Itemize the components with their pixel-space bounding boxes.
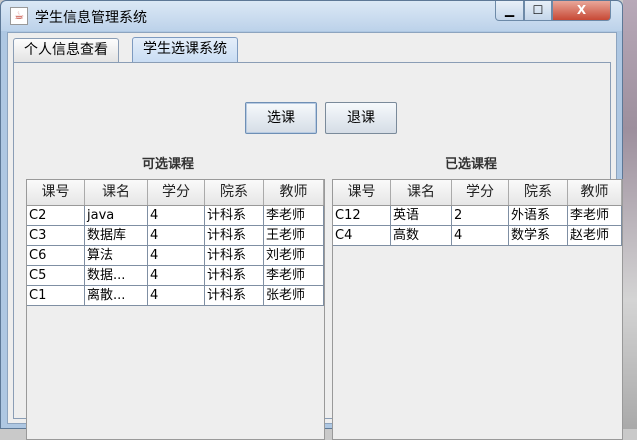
cell-id: C2 xyxy=(27,206,85,226)
column-header-teacher[interactable]: 教师 xyxy=(264,180,324,205)
table-row[interactable]: C5 数据... 4 计科系 李老师 xyxy=(27,266,324,286)
cell-id: C5 xyxy=(27,266,85,286)
cell-credit: 4 xyxy=(148,286,205,306)
available-courses-caption: 可选课程 xyxy=(142,157,195,172)
cell-name: 离散... xyxy=(85,286,148,306)
cell-teacher: 李老师 xyxy=(264,206,324,226)
table-row[interactable]: C4 高数 4 数学系 赵老师 xyxy=(333,226,622,246)
cell-credit: 4 xyxy=(148,226,205,246)
selected-courses-caption: 已选课程 xyxy=(445,157,498,172)
column-header-teacher[interactable]: 教师 xyxy=(568,180,622,205)
content-pane: 个人信息查看 学生选课系统 选课 退课 可选课程 已选课程 课号 课名 学分 院… xyxy=(7,32,623,440)
cell-credit: 4 xyxy=(452,226,509,246)
column-header-credit[interactable]: 学分 xyxy=(452,180,509,205)
available-courses-table[interactable]: 课号 课名 学分 院系 教师 C2 java 4 计科系 李老师 C3 数据库 … xyxy=(26,179,325,440)
tab-course-selection[interactable]: 学生选课系统 xyxy=(132,37,238,63)
close-button[interactable]: X xyxy=(552,1,611,21)
cell-name: 数据... xyxy=(85,266,148,286)
cell-dept: 外语系 xyxy=(509,206,568,226)
table-header: 课号 课名 学分 院系 教师 xyxy=(333,180,622,206)
cell-id: C3 xyxy=(27,226,85,246)
column-header-dept[interactable]: 院系 xyxy=(509,180,568,205)
tab-personal-info[interactable]: 个人信息查看 xyxy=(13,38,119,62)
cell-id: C12 xyxy=(333,206,391,226)
app-window: ☕ 学生信息管理系统 ▁ ☐ X 个人信息查看 学生选课系统 选课 退课 可选课… xyxy=(0,0,623,440)
table-row[interactable]: C6 算法 4 计科系 刘老师 xyxy=(27,246,324,266)
java-app-icon: ☕ xyxy=(10,7,28,25)
window-title: 学生信息管理系统 xyxy=(35,10,147,26)
maximize-button[interactable]: ☐ xyxy=(524,1,552,21)
cell-dept: 数学系 xyxy=(509,226,568,246)
column-header-credit[interactable]: 学分 xyxy=(148,180,205,205)
cell-name: java xyxy=(85,206,148,226)
select-course-button[interactable]: 选课 xyxy=(245,102,317,134)
table-row[interactable]: C2 java 4 计科系 李老师 xyxy=(27,206,324,226)
cell-dept: 计科系 xyxy=(205,246,264,266)
cell-dept: 计科系 xyxy=(205,206,264,226)
cell-dept: 计科系 xyxy=(205,266,264,286)
cell-teacher: 刘老师 xyxy=(264,246,324,266)
cell-credit: 4 xyxy=(148,266,205,286)
title-bar[interactable]: ☕ 学生信息管理系统 ▁ ☐ X xyxy=(1,1,622,31)
cell-credit: 4 xyxy=(148,246,205,266)
cell-dept: 计科系 xyxy=(205,286,264,306)
table-row[interactable]: C3 数据库 4 计科系 王老师 xyxy=(27,226,324,246)
selected-courses-table[interactable]: 课号 课名 学分 院系 教师 C12 英语 2 外语系 李老师 C4 高数 4 xyxy=(332,179,623,440)
table-row[interactable]: C12 英语 2 外语系 李老师 xyxy=(333,206,622,226)
desktop-backdrop xyxy=(623,0,637,429)
minimize-button[interactable]: ▁ xyxy=(495,1,524,21)
cell-id: C4 xyxy=(333,226,391,246)
column-header-name[interactable]: 课名 xyxy=(85,180,148,205)
cell-teacher: 李老师 xyxy=(264,266,324,286)
column-header-id[interactable]: 课号 xyxy=(333,180,391,205)
cell-credit: 2 xyxy=(452,206,509,226)
cell-teacher: 王老师 xyxy=(264,226,324,246)
cell-id: C6 xyxy=(27,246,85,266)
table-header: 课号 课名 学分 院系 教师 xyxy=(27,180,324,206)
column-header-dept[interactable]: 院系 xyxy=(205,180,264,205)
cell-id: C1 xyxy=(27,286,85,306)
course-selection-panel: 选课 退课 可选课程 已选课程 课号 课名 学分 院系 教师 C2 java 4… xyxy=(13,62,623,440)
cell-name: 高数 xyxy=(391,226,452,246)
cell-dept: 计科系 xyxy=(205,226,264,246)
cell-teacher: 赵老师 xyxy=(568,226,622,246)
cell-teacher: 李老师 xyxy=(568,206,622,226)
table-row[interactable]: C1 离散... 4 计科系 张老师 xyxy=(27,286,324,306)
cell-name: 算法 xyxy=(85,246,148,266)
cell-name: 数据库 xyxy=(85,226,148,246)
column-header-id[interactable]: 课号 xyxy=(27,180,85,205)
column-header-name[interactable]: 课名 xyxy=(391,180,452,205)
drop-course-button[interactable]: 退课 xyxy=(325,102,397,134)
cell-credit: 4 xyxy=(148,206,205,226)
cell-name: 英语 xyxy=(391,206,452,226)
cell-teacher: 张老师 xyxy=(264,286,324,306)
